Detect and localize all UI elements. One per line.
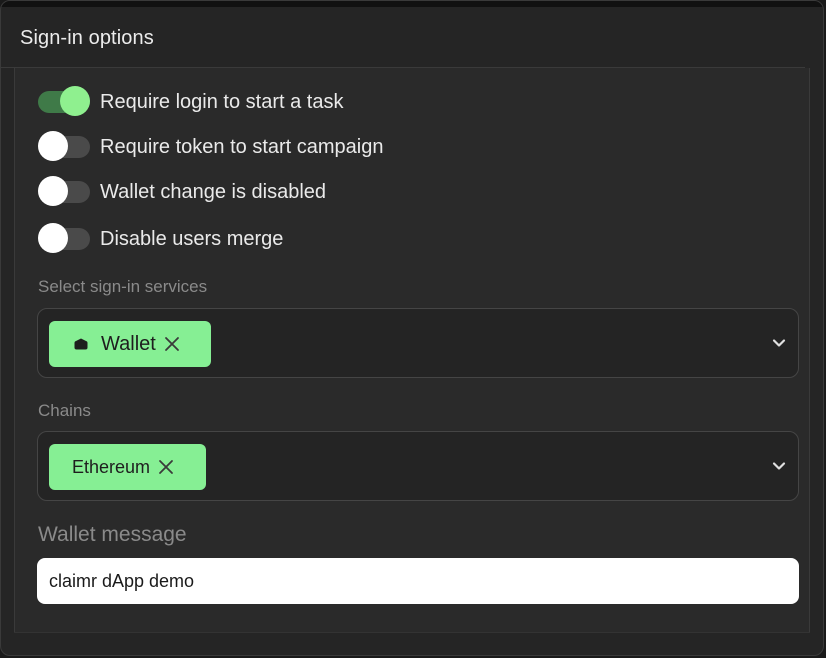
toggle-knob (38, 223, 68, 253)
wallet-message-label: Wallet message (38, 523, 187, 546)
toggle-label: Wallet change is disabled (100, 180, 327, 203)
chevron-down-icon[interactable] (772, 338, 786, 348)
disable-merge-toggle[interactable] (38, 223, 90, 253)
toggle-row-disable-merge: Disable users merge (38, 222, 283, 256)
toggle-row-wallet-change: Wallet change is disabled (38, 175, 326, 209)
sign-in-options-panel: Sign-in options Require login to start a… (0, 0, 824, 656)
wallet-icon (74, 338, 88, 350)
toggle-knob (38, 176, 68, 206)
chains-select[interactable]: Ethereum (37, 431, 799, 501)
chip-label: Wallet (101, 332, 156, 355)
top-divider (1, 1, 823, 7)
panel-title: Sign-in options (20, 27, 154, 49)
section-bottom-divider (14, 632, 810, 633)
wallet-change-toggle[interactable] (38, 176, 90, 206)
remove-icon[interactable] (164, 336, 180, 352)
toggle-label: Require token to start campaign (100, 135, 384, 158)
remove-icon[interactable] (158, 459, 174, 475)
toggle-label: Require login to start a task (100, 90, 344, 113)
toggle-knob (38, 131, 68, 161)
chains-label: Chains (38, 401, 91, 420)
services-select[interactable]: Wallet (37, 308, 799, 378)
wallet-message-input[interactable] (37, 558, 799, 604)
chip-label: Ethereum (72, 456, 151, 477)
toggle-knob (60, 86, 90, 116)
toggle-row-require-token: Require token to start campaign (38, 130, 384, 164)
toggle-row-require-login: Require login to start a task (38, 85, 343, 119)
chevron-down-icon[interactable] (772, 461, 786, 471)
chain-chip-ethereum: Ethereum (49, 444, 206, 490)
toggle-label: Disable users merge (100, 227, 284, 250)
services-label: Select sign-in services (38, 277, 208, 296)
service-chip-wallet: Wallet (49, 321, 211, 367)
require-login-toggle[interactable] (38, 86, 90, 116)
require-token-toggle[interactable] (38, 131, 90, 161)
